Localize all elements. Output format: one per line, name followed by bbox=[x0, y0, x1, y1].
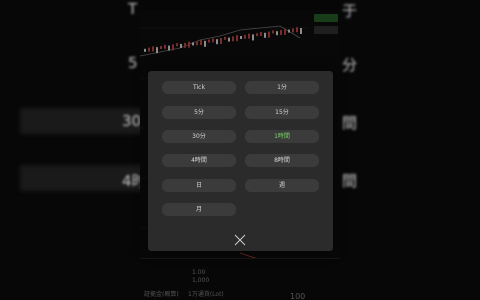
ghost-text: 分 bbox=[342, 56, 358, 74]
ghost-text: 于 bbox=[342, 2, 358, 20]
background-right-panel: 于 分 間 間 bbox=[340, 0, 480, 300]
ghost-text: 5 bbox=[128, 54, 138, 72]
timeframe-dialog: Tick 1分 5分 15分 30分 1時間 4時間 8時間 日 週 月 bbox=[148, 71, 333, 251]
option-1min[interactable]: 1分 bbox=[245, 81, 319, 94]
ghost-text: 4时 bbox=[122, 172, 140, 190]
option-day[interactable]: 日 bbox=[162, 179, 236, 192]
option-15min[interactable]: 15分 bbox=[245, 106, 319, 119]
background-left-panel: T 5 30 4时 bbox=[0, 0, 140, 300]
option-week[interactable]: 週 bbox=[245, 179, 319, 192]
ghost-text: T bbox=[128, 0, 138, 18]
option-tick[interactable]: Tick bbox=[162, 81, 236, 94]
ghost-text: 間 bbox=[342, 114, 358, 132]
option-8hour[interactable]: 8時間 bbox=[245, 154, 319, 167]
ghost-text: 間 bbox=[342, 172, 358, 190]
option-1hour[interactable]: 1時間 bbox=[245, 130, 319, 143]
option-5min[interactable]: 5分 bbox=[162, 106, 236, 119]
close-icon[interactable] bbox=[234, 234, 246, 246]
option-month[interactable]: 月 bbox=[162, 203, 236, 216]
ghost-text: 30 bbox=[122, 112, 140, 130]
option-4hour[interactable]: 4時間 bbox=[162, 154, 236, 167]
option-30min[interactable]: 30分 bbox=[162, 130, 236, 143]
